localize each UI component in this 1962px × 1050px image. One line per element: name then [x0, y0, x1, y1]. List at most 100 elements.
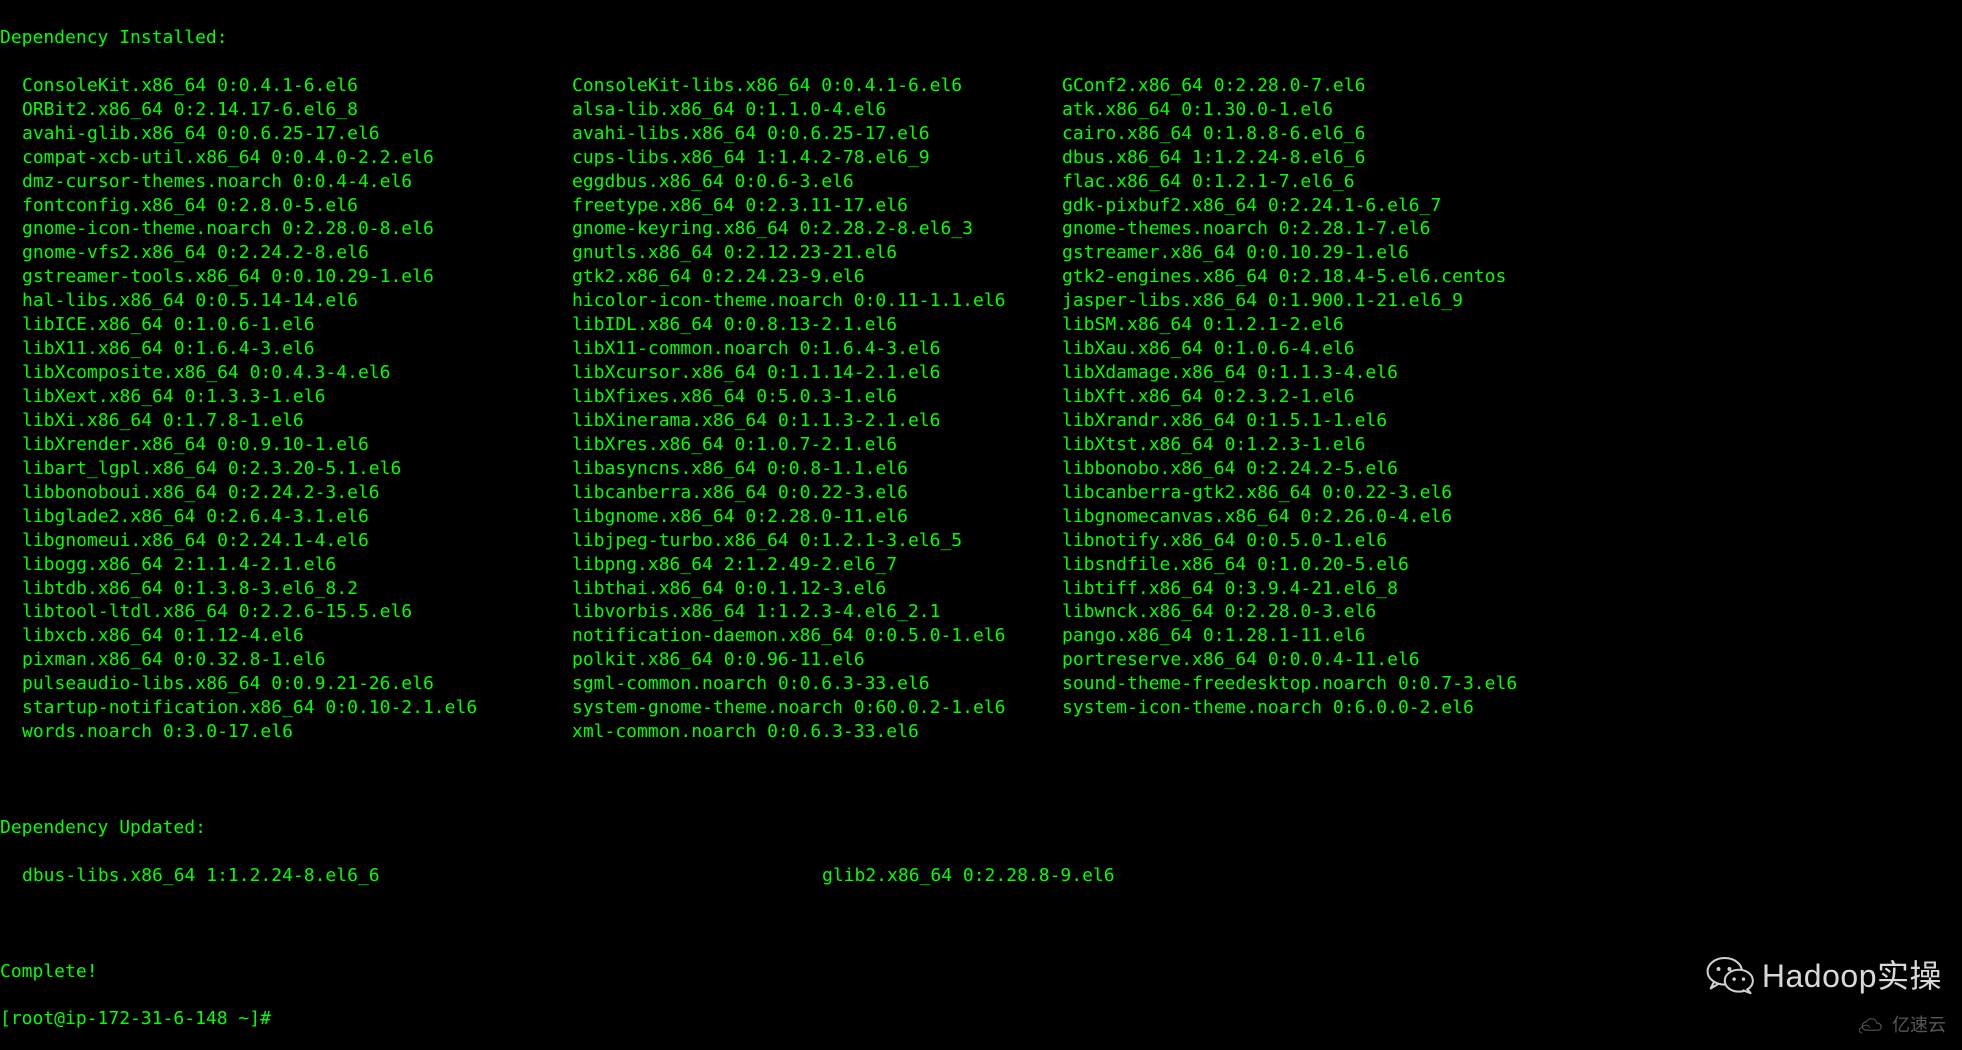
- package-cell: libXtst.x86_64 0:1.2.3-1.el6: [1062, 433, 1962, 457]
- package-cell: libbonobo.x86_64 0:2.24.2-5.el6: [1062, 457, 1962, 481]
- package-row: pulseaudio-libs.x86_64 0:0.9.21-26.el6sg…: [0, 672, 1962, 696]
- package-row: libXi.x86_64 0:1.7.8-1.el6libXinerama.x8…: [0, 409, 1962, 433]
- wechat-icon: [1706, 954, 1756, 998]
- package-cell: libart_lgpl.x86_64 0:2.3.20-5.1.el6: [22, 457, 572, 481]
- cloud-icon: [1858, 1017, 1886, 1035]
- package-row: libgnomeui.x86_64 0:2.24.1-4.el6libjpeg-…: [0, 529, 1962, 553]
- package-cell: libtool-ltdl.x86_64 0:2.2.6-15.5.el6: [22, 600, 572, 624]
- package-cell: dbus.x86_64 1:1.2.24-8.el6_6: [1062, 146, 1962, 170]
- package-cell: libtdb.x86_64 0:1.3.8-3.el6_8.2: [22, 577, 572, 601]
- package-cell: dmz-cursor-themes.noarch 0:0.4-4.el6: [22, 170, 572, 194]
- package-cell: libjpeg-turbo.x86_64 0:1.2.1-3.el6_5: [572, 529, 1062, 553]
- package-cell: ORBit2.x86_64 0:2.14.17-6.el6_8: [22, 98, 572, 122]
- package-cell: avahi-libs.x86_64 0:0.6.25-17.el6: [572, 122, 1062, 146]
- package-cell: libnotify.x86_64 0:0.5.0-1.el6: [1062, 529, 1962, 553]
- package-cell: libwnck.x86_64 0:2.28.0-3.el6: [1062, 600, 1962, 624]
- package-row: dmz-cursor-themes.noarch 0:0.4-4.el6eggd…: [0, 170, 1962, 194]
- package-row: gnome-vfs2.x86_64 0:2.24.2-8.el6gnutls.x…: [0, 241, 1962, 265]
- package-cell: libbonoboui.x86_64 0:2.24.2-3.el6: [22, 481, 572, 505]
- package-row: ConsoleKit.x86_64 0:0.4.1-6.el6ConsoleKi…: [0, 74, 1962, 98]
- package-cell: libxcb.x86_64 0:1.12-4.el6: [22, 624, 572, 648]
- package-cell: system-gnome-theme.noarch 0:60.0.2-1.el6: [572, 696, 1062, 720]
- package-row: libtool-ltdl.x86_64 0:2.2.6-15.5.el6libv…: [0, 600, 1962, 624]
- shell-prompt[interactable]: [root@ip-172-31-6-148 ~]#: [0, 1008, 271, 1029]
- package-cell: notification-daemon.x86_64 0:0.5.0-1.el6: [572, 624, 1062, 648]
- package-cell: freetype.x86_64 0:2.3.11-17.el6: [572, 194, 1062, 218]
- package-cell: libasyncns.x86_64 0:0.8-1.1.el6: [572, 457, 1062, 481]
- package-cell: gnome-themes.noarch 0:2.28.1-7.el6: [1062, 217, 1962, 241]
- package-cell: pango.x86_64 0:1.28.1-11.el6: [1062, 624, 1962, 648]
- package-cell: libglade2.x86_64 0:2.6.4-3.1.el6: [22, 505, 572, 529]
- package-row: startup-notification.x86_64 0:0.10-2.1.e…: [0, 696, 1962, 720]
- package-cell: libtiff.x86_64 0:3.9.4-21.el6_8: [1062, 577, 1962, 601]
- package-cell: hicolor-icon-theme.noarch 0:0.11-1.1.el6: [572, 289, 1062, 313]
- package-row: gstreamer-tools.x86_64 0:0.10.29-1.el6gt…: [0, 265, 1962, 289]
- package-cell: libgnome.x86_64 0:2.28.0-11.el6: [572, 505, 1062, 529]
- package-cell: gtk2-engines.x86_64 0:2.18.4-5.el6.cento…: [1062, 265, 1962, 289]
- package-row: ORBit2.x86_64 0:2.14.17-6.el6_8alsa-lib.…: [0, 98, 1962, 122]
- package-cell: alsa-lib.x86_64 0:1.1.0-4.el6: [572, 98, 1062, 122]
- package-cell: libXrender.x86_64 0:0.9.10-1.el6: [22, 433, 572, 457]
- package-row: gnome-icon-theme.noarch 0:2.28.0-8.el6 gn…: [0, 217, 1962, 241]
- package-cell: libXres.x86_64 0:1.0.7-2.1.el6: [572, 433, 1062, 457]
- section-header-updated: Dependency Updated:: [0, 816, 1962, 840]
- section-header-installed: Dependency Installed:: [0, 26, 1962, 50]
- package-row: words.noarch 0:3.0-17.el6xml-common.noar…: [0, 720, 1962, 744]
- package-cell: libIDL.x86_64 0:0.8.13-2.1.el6: [572, 313, 1062, 337]
- package-cell: libSM.x86_64 0:1.2.1-2.el6: [1062, 313, 1962, 337]
- package-row: fontconfig.x86_64 0:2.8.0-5.el6freetype.…: [0, 194, 1962, 218]
- package-cell: flac.x86_64 0:1.2.1-7.el6_6: [1062, 170, 1962, 194]
- complete-line: Complete!: [0, 960, 1962, 984]
- package-cell: gnome-icon-theme.noarch 0:2.28.0-8.el6: [22, 217, 572, 241]
- package-cell: startup-notification.x86_64 0:0.10-2.1.e…: [22, 696, 572, 720]
- package-cell: libXfixes.x86_64 0:5.0.3-1.el6: [572, 385, 1062, 409]
- package-cell: libsndfile.x86_64 0:1.0.20-5.el6: [1062, 553, 1962, 577]
- package-cell: ConsoleKit-libs.x86_64 0:0.4.1-6.el6: [572, 74, 1062, 98]
- package-row: libogg.x86_64 2:1.1.4-2.1.el6libpng.x86_…: [0, 553, 1962, 577]
- package-cell: libICE.x86_64 0:1.0.6-1.el6: [22, 313, 572, 337]
- package-cell: polkit.x86_64 0:0.96-11.el6: [572, 648, 1062, 672]
- package-row: libICE.x86_64 0:1.0.6-1.el6libIDL.x86_64…: [0, 313, 1962, 337]
- package-cell: gnome-vfs2.x86_64 0:2.24.2-8.el6: [22, 241, 572, 265]
- package-cell: gtk2.x86_64 0:2.24.23-9.el6: [572, 265, 1062, 289]
- package-cell: gstreamer-tools.x86_64 0:0.10.29-1.el6: [22, 265, 572, 289]
- package-cell: words.noarch 0:3.0-17.el6: [22, 720, 572, 744]
- package-cell: pulseaudio-libs.x86_64 0:0.9.21-26.el6: [22, 672, 572, 696]
- package-row: libX11.x86_64 0:1.6.4-3.el6libX11-common…: [0, 337, 1962, 361]
- package-row: libxcb.x86_64 0:1.12-4.el6notification-d…: [0, 624, 1962, 648]
- package-cell: libXrandr.x86_64 0:1.5.1-1.el6: [1062, 409, 1962, 433]
- package-cell: GConf2.x86_64 0:2.28.0-7.el6: [1062, 74, 1962, 98]
- package-row: libtdb.x86_64 0:1.3.8-3.el6_8.2libthai.x…: [0, 577, 1962, 601]
- package-cell: gdk-pixbuf2.x86_64 0:2.24.1-6.el6_7: [1062, 194, 1962, 218]
- package-row: libglade2.x86_64 0:2.6.4-3.1.el6libgnome…: [0, 505, 1962, 529]
- package-cell: libX11-common.noarch 0:1.6.4-3.el6: [572, 337, 1062, 361]
- package-cell: libXdamage.x86_64 0:1.1.3-4.el6: [1062, 361, 1962, 385]
- package-cell: sgml-common.noarch 0:0.6.3-33.el6: [572, 672, 1062, 696]
- package-cell: jasper-libs.x86_64 0:1.900.1-21.el6_9: [1062, 289, 1962, 313]
- package-cell: ConsoleKit.x86_64 0:0.4.1-6.el6: [22, 74, 572, 98]
- package-cell: fontconfig.x86_64 0:2.8.0-5.el6: [22, 194, 572, 218]
- package-cell: libXft.x86_64 0:2.3.2-1.el6: [1062, 385, 1962, 409]
- package-cell: gstreamer.x86_64 0:0.10.29-1.el6: [1062, 241, 1962, 265]
- package-cell: libcanberra-gtk2.x86_64 0:0.22-3.el6: [1062, 481, 1962, 505]
- package-cell: libXau.x86_64 0:1.0.6-4.el6: [1062, 337, 1962, 361]
- package-row: compat-xcb-util.x86_64 0:0.4.0-2.2.el6cu…: [0, 146, 1962, 170]
- package-cell: compat-xcb-util.x86_64 0:0.4.0-2.2.el6: [22, 146, 572, 170]
- yisu-watermark: 亿速云: [1858, 1014, 1946, 1038]
- package-row: libXrender.x86_64 0:0.9.10-1.el6libXres.…: [0, 433, 1962, 457]
- package-cell: libXcomposite.x86_64 0:0.4.3-4.el6: [22, 361, 572, 385]
- package-row: libart_lgpl.x86_64 0:2.3.20-5.1.el6libas…: [0, 457, 1962, 481]
- package-cell: portreserve.x86_64 0:0.0.4-11.el6: [1062, 648, 1962, 672]
- package-cell: libXi.x86_64 0:1.7.8-1.el6: [22, 409, 572, 433]
- package-cell: [1062, 720, 1962, 744]
- package-cell: libX11.x86_64 0:1.6.4-3.el6: [22, 337, 572, 361]
- package-cell: hal-libs.x86_64 0:0.5.14-14.el6: [22, 289, 572, 313]
- package-cell: libXinerama.x86_64 0:1.1.3-2.1.el6: [572, 409, 1062, 433]
- wechat-watermark-text: Hadoop实操: [1762, 955, 1942, 998]
- wechat-watermark: Hadoop实操: [1706, 954, 1942, 998]
- package-cell: libXext.x86_64 0:1.3.3-1.el6: [22, 385, 572, 409]
- yisu-watermark-text: 亿速云: [1892, 1014, 1946, 1038]
- updated-row: dbus-libs.x86_64 1:1.2.24-8.el6_6glib2.x…: [0, 864, 1962, 888]
- package-row: libXcomposite.x86_64 0:0.4.3-4.el6libXcu…: [0, 361, 1962, 385]
- package-cell: libogg.x86_64 2:1.1.4-2.1.el6: [22, 553, 572, 577]
